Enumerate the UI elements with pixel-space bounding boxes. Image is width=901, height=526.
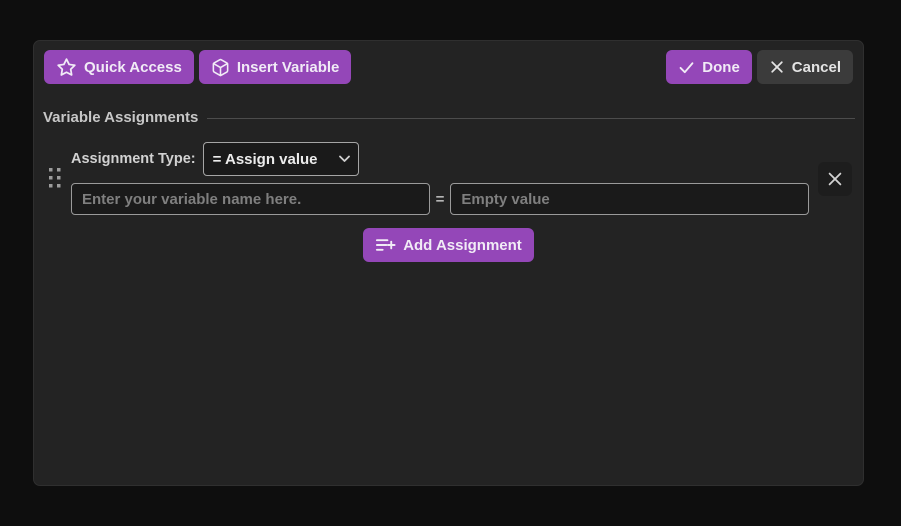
assignment-type-row: Assignment Type: = Assign value bbox=[71, 142, 809, 176]
drag-handle-icon[interactable] bbox=[49, 168, 63, 189]
playlist-add-icon bbox=[376, 239, 396, 251]
check-icon bbox=[679, 61, 694, 73]
assignment-fields: Assignment Type: = Assign value = bbox=[71, 142, 810, 215]
done-button[interactable]: Done bbox=[666, 50, 752, 84]
equals-sign: = bbox=[435, 190, 445, 208]
star-icon bbox=[57, 57, 76, 76]
assignment-row: Assignment Type: = Assign value = bbox=[49, 142, 852, 215]
toolbar: Quick Access Insert Variable Done Cancel bbox=[44, 50, 853, 84]
insert-variable-button[interactable]: Insert Variable bbox=[198, 50, 352, 84]
variable-assignments-dialog: Quick Access Insert Variable Done Cancel… bbox=[33, 40, 864, 486]
x-icon bbox=[771, 61, 783, 73]
cancel-button[interactable]: Cancel bbox=[756, 50, 853, 84]
assignment-type-select-wrap: = Assign value bbox=[202, 142, 359, 176]
close-icon bbox=[828, 172, 842, 185]
variable-name-input[interactable] bbox=[71, 183, 430, 215]
toolbar-left-group: Quick Access Insert Variable bbox=[44, 50, 352, 84]
add-assignment-button[interactable]: Add Assignment bbox=[363, 228, 534, 262]
section-divider bbox=[207, 118, 855, 119]
assignment-type-label: Assignment Type: bbox=[71, 151, 196, 167]
quick-access-button[interactable]: Quick Access bbox=[44, 50, 194, 84]
insert-variable-label: Insert Variable bbox=[236, 58, 340, 76]
done-label: Done bbox=[702, 58, 740, 76]
toolbar-right-group: Done Cancel bbox=[666, 50, 853, 84]
quick-access-label: Quick Access bbox=[84, 58, 182, 76]
add-assignment-row: Add Assignment bbox=[34, 228, 863, 262]
cancel-label: Cancel bbox=[791, 58, 841, 76]
add-assignment-label: Add Assignment bbox=[403, 236, 522, 254]
assignment-type-select[interactable]: = Assign value bbox=[202, 142, 359, 176]
cube-icon bbox=[212, 58, 229, 76]
section-title: Variable Assignments bbox=[43, 109, 199, 126]
variable-value-input[interactable] bbox=[450, 183, 810, 215]
section-header: Variable Assignments bbox=[43, 109, 855, 126]
assignment-value-row: = bbox=[71, 183, 810, 215]
remove-assignment-button[interactable] bbox=[818, 161, 852, 196]
